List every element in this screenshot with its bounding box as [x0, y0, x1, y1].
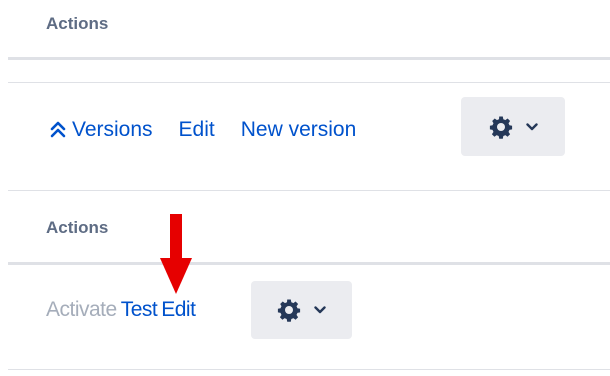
actions-header-top: Actions	[46, 14, 109, 33]
chevron-down-icon	[314, 306, 326, 314]
divider	[8, 82, 610, 83]
double-chevron-up-icon	[50, 121, 66, 138]
red-down-arrow-icon	[160, 214, 192, 294]
divider	[8, 57, 610, 60]
test-link[interactable]: Test	[121, 298, 158, 322]
new-version-link[interactable]: New version	[241, 118, 357, 142]
divider	[8, 369, 610, 370]
divider	[8, 262, 610, 265]
versions-label: Versions	[72, 118, 153, 141]
gear-icon	[277, 299, 301, 322]
divider	[8, 190, 610, 191]
actions-header-bottom: Actions	[46, 218, 109, 237]
edit-link[interactable]: Edit	[179, 118, 215, 142]
versions-toggle-link[interactable]: Versions	[50, 118, 153, 142]
activate-link[interactable]: Activate	[46, 298, 117, 322]
settings-dropdown-button[interactable]	[251, 281, 352, 339]
actions-row: Activate Test Edit	[46, 295, 196, 325]
settings-dropdown-button[interactable]	[461, 97, 565, 156]
page: Actions Versions Edit New version Action…	[0, 0, 610, 376]
versions-actions-row: Versions Edit New version	[50, 110, 356, 150]
gear-icon	[489, 116, 512, 139]
edit-link[interactable]: Edit	[161, 298, 196, 322]
chevron-down-icon	[525, 122, 538, 130]
